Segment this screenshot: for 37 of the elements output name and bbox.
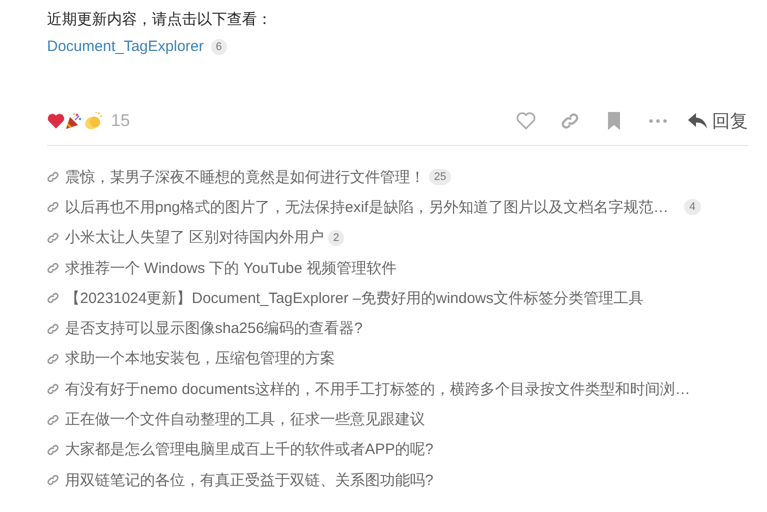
link-icon [47, 292, 59, 304]
click-count: 25 [429, 169, 452, 186]
link-icon [47, 262, 59, 274]
related-topic-link[interactable]: 有没有好于nemo documents这样的，不用手工打标签的，横跨多个目录按文件类型和时间浏… [65, 380, 690, 399]
topic-link[interactable]: Document_TagExplorer [47, 38, 204, 55]
related-topic-link[interactable]: 求助一个本地安装包，压缩包管理的方案 [65, 349, 335, 368]
related-topic-link[interactable]: 用双链笔记的各位，有真正受益于双链、关系图功能吗? [65, 470, 434, 490]
related-topic-link[interactable]: 大家都是怎么管理电脑里成百上千的软件或者APP的呢? [65, 440, 434, 460]
intro-text: 近期更新内容，请点击以下查看： [47, 10, 273, 30]
reply-arrow-icon [688, 113, 708, 129]
related-topic-link[interactable]: 震惊，某男子深夜不睡想的竟然是如何进行文件管理！ [65, 168, 425, 187]
reaction-count: 15 [111, 111, 130, 131]
bookmark-icon [607, 112, 621, 130]
link-icon [47, 171, 59, 184]
heart-icon [516, 112, 536, 130]
related-topic-link[interactable]: 以后再也不用png格式的图片了，无法保持exif是缺陷，另外知道了图片以及文档名字规范… [65, 198, 668, 217]
reply-button[interactable]: 回复 [680, 109, 748, 133]
related-topic-link[interactable]: 【20231024更新】Document_TagExplorer –免费好用的windows文件标签分类管理工具 [65, 288, 644, 308]
click-count: 4 [684, 199, 700, 216]
link-icon [47, 444, 59, 456]
related-topic-link[interactable]: 正在做一个文件自动整理的工具，征求一些意见跟建议 [65, 410, 425, 430]
link-icon [47, 474, 59, 486]
link-icon [47, 383, 59, 396]
click-count: 6 [210, 38, 227, 54]
link-icon [47, 201, 59, 214]
click-count: 2 [328, 230, 344, 246]
link-icon [47, 322, 59, 335]
related-topic-link[interactable]: 求推荐一个 Windows 下的 YouTube 视频管理软件 [65, 258, 396, 278]
link-icon [561, 112, 579, 130]
link-icon [47, 414, 59, 426]
party-popper-icon [65, 112, 83, 130]
heart-icon [47, 113, 65, 129]
more-icon [649, 119, 667, 123]
link-icon [47, 352, 59, 365]
related-topic-link[interactable]: 是否支持可以显示图像sha256编码的查看器? [65, 319, 363, 338]
related-topic-link[interactable]: 小米太让人失望了 区别对待国内外用户 [65, 228, 324, 248]
link-icon [47, 232, 59, 244]
